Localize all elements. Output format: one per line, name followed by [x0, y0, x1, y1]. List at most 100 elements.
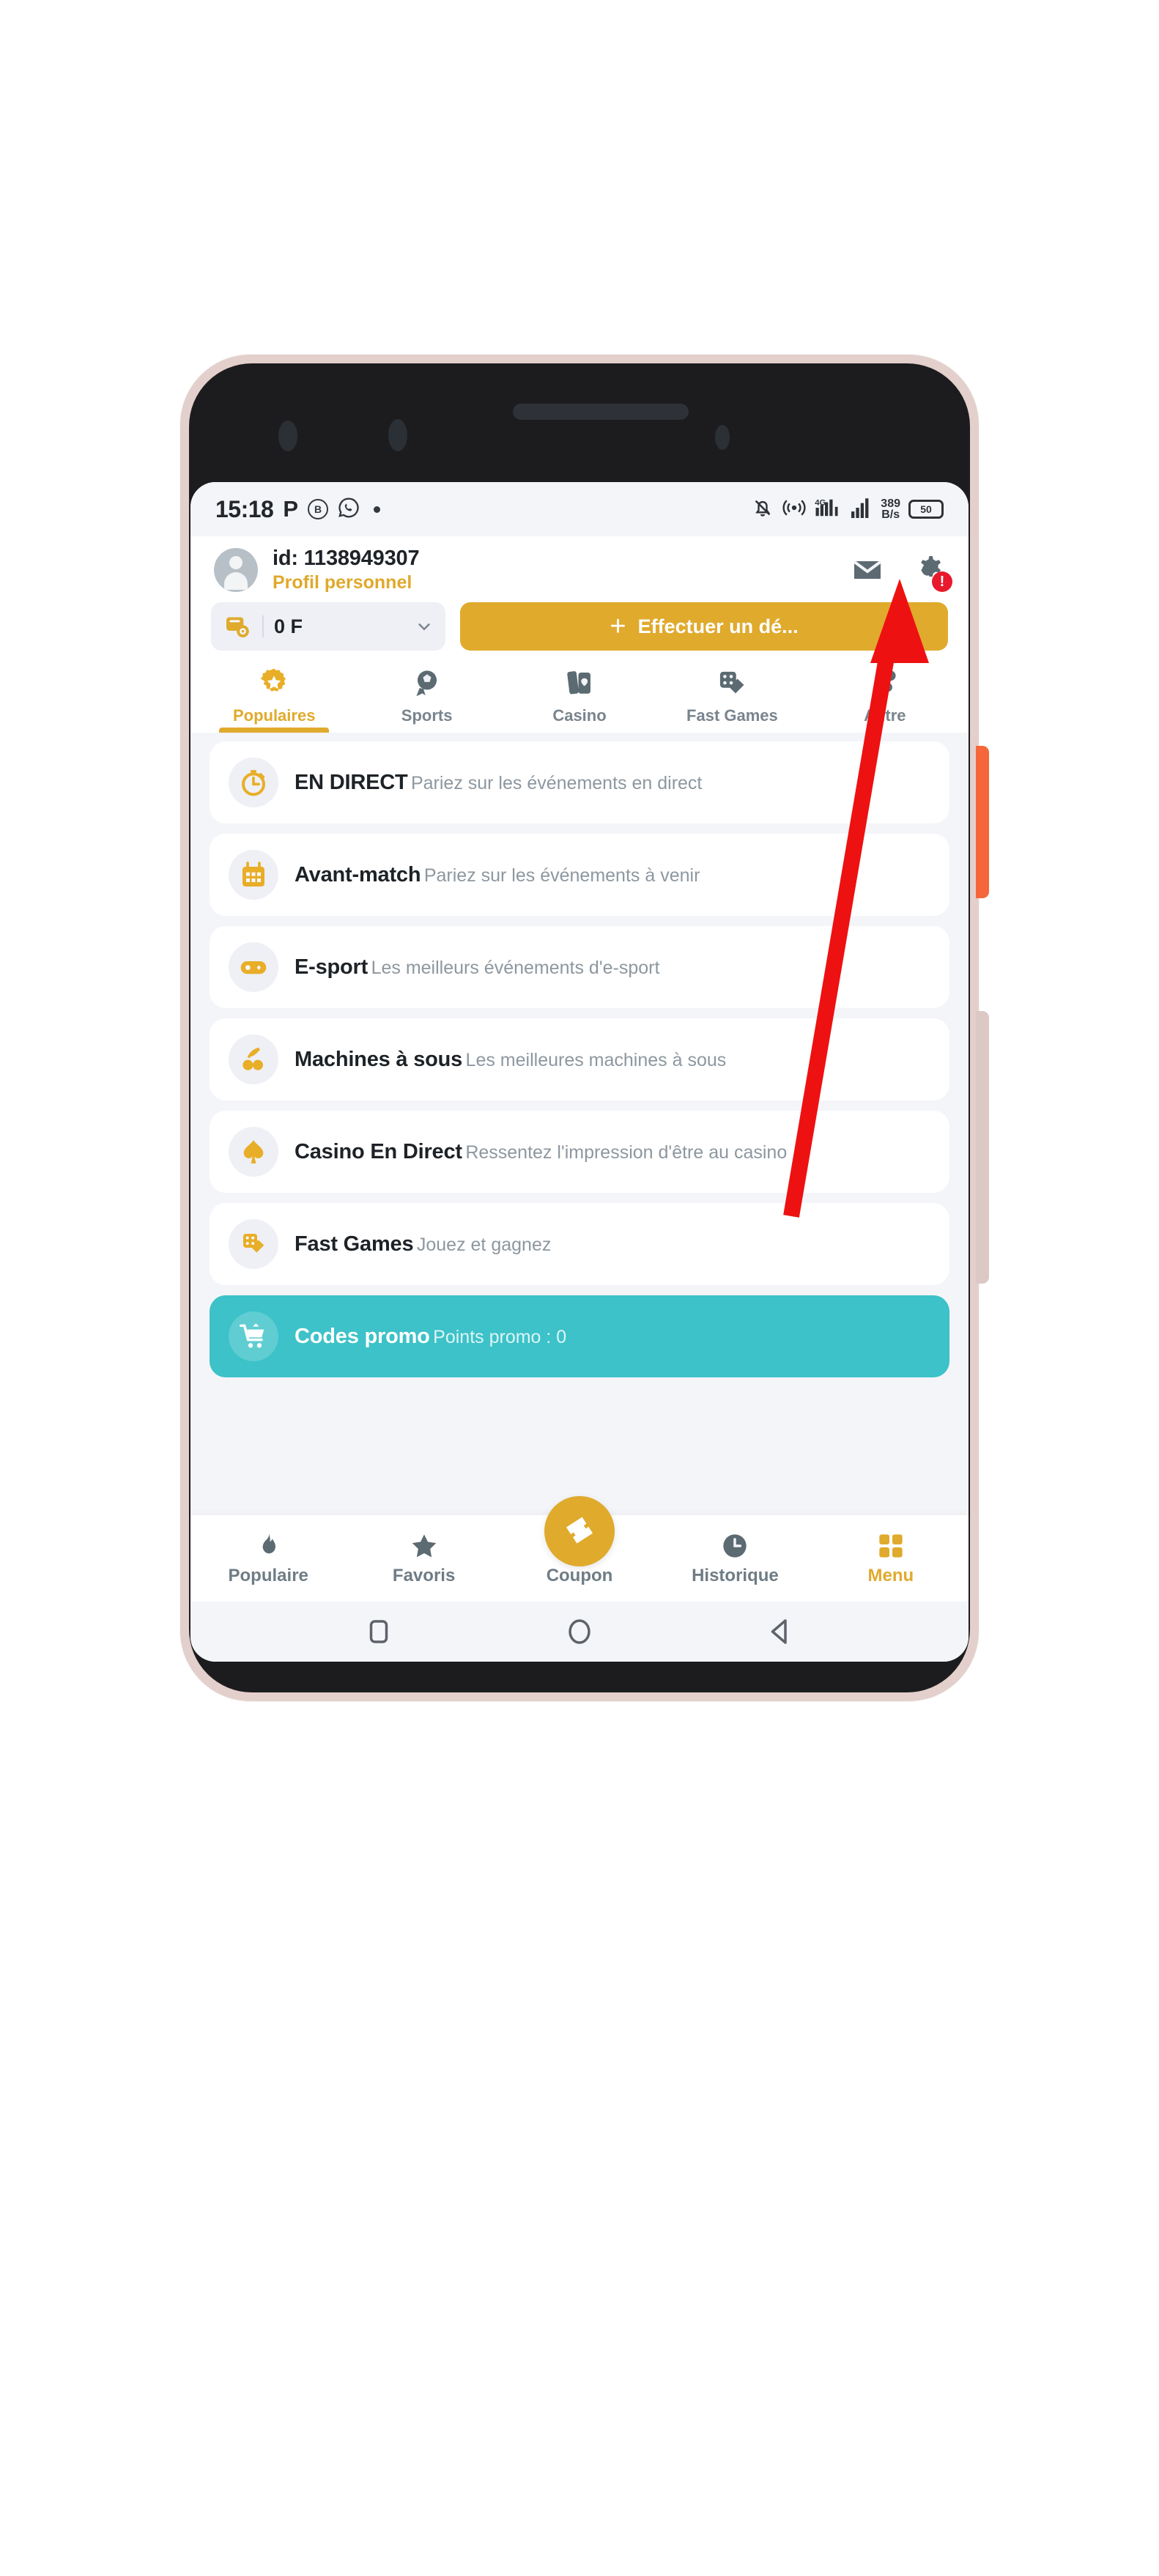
nav-label: Historique — [692, 1565, 779, 1585]
status-bar-right: 4G 389 B/s 50 — [752, 497, 944, 522]
spade-icon — [229, 1127, 278, 1177]
phone-screen: 15:18 P B 4G 389 B/s 50 id: 1138949307 P… — [190, 482, 969, 1662]
network-speed-unit: B/s — [881, 508, 900, 521]
messaging-badge-icon: B — [308, 499, 329, 519]
list-item-e-sport[interactable]: E-sport Les meilleurs événements d'e-spo… — [210, 926, 949, 1008]
gear-icon[interactable]: ! — [910, 552, 952, 592]
profile-link[interactable]: Profil personnel — [273, 572, 835, 593]
tab-label: Sports — [401, 706, 453, 725]
flame-icon — [253, 1531, 283, 1561]
list-item-text: Casino En Direct Ressentez l'impression … — [295, 1140, 787, 1164]
list-item-fast-games[interactable]: Fast Games Jouez et gagnez — [210, 1203, 949, 1285]
plus-icon: + — [610, 611, 626, 642]
balance-selector[interactable]: 0 F — [211, 602, 445, 651]
coupon-fab-button[interactable] — [544, 1495, 615, 1566]
whatsapp-icon — [338, 497, 360, 522]
deposit-button[interactable]: + Effectuer un dé... — [460, 602, 948, 651]
list-item-title: E-sport — [295, 955, 369, 979]
circle-home-icon[interactable] — [564, 1616, 595, 1647]
gamepad-icon — [229, 942, 278, 992]
tab-label: Fast Games — [686, 706, 778, 725]
nav-item-favoris[interactable]: Favoris — [346, 1531, 501, 1586]
calendar-icon — [229, 850, 278, 900]
tab-autre[interactable]: Autre — [809, 667, 961, 733]
list-item-subtitle: Jouez et gagnez — [416, 1234, 552, 1255]
tab-fast-games[interactable]: Fast Games — [656, 667, 808, 733]
list-item-subtitle: Les meilleures machines à sous — [465, 1049, 727, 1070]
tab-label: Casino — [552, 706, 607, 725]
tab-casino[interactable]: Casino — [503, 667, 656, 733]
list-item-title: Machines à sous — [295, 1047, 463, 1071]
list-item-title: Fast Games — [295, 1232, 414, 1256]
nav-item-populaire[interactable]: Populaire — [190, 1531, 346, 1586]
avatar[interactable] — [214, 548, 258, 592]
list-item-text: E-sport Les meilleurs événements d'e-spo… — [295, 955, 659, 980]
front-sensor-right — [715, 425, 730, 450]
user-info: id: 1138949307 Profil personnel — [273, 547, 835, 593]
cart-icon — [229, 1311, 278, 1361]
star-icon — [410, 1531, 439, 1561]
balance-row: 0 F + Effectuer un dé... — [190, 602, 969, 661]
list-item-title: Codes promo — [295, 1324, 430, 1348]
earpiece-speaker — [513, 404, 689, 420]
clock-icon — [720, 1531, 749, 1561]
balance-divider — [262, 615, 264, 637]
list-item-text: EN DIRECT Pariez sur les événements en d… — [295, 771, 702, 795]
list-item-title: Avant-match — [295, 862, 421, 887]
screenshot-canvas: 15:18 P B 4G 389 B/s 50 id: 1138949307 P… — [0, 0, 1159, 2576]
dice-cards-icon — [715, 667, 749, 700]
envelope-icon[interactable] — [850, 552, 885, 588]
stopwatch-icon — [229, 758, 278, 807]
list-item-subtitle: Pariez sur les événements à venir — [423, 865, 700, 886]
volume-rocker[interactable] — [976, 1011, 989, 1284]
settings-alert-badge: ! — [932, 571, 952, 592]
tab-populaires[interactable]: Populaires — [198, 667, 350, 733]
bottom-navigation: Populaire Favoris Coupon Historique Menu — [190, 1495, 969, 1602]
nav-label: Coupon — [546, 1565, 613, 1585]
list-item-subtitle: Les meilleurs événements d'e-sport — [371, 957, 660, 978]
list-item-machines-a-sous[interactable]: Machines à sous Les meilleures machines … — [210, 1018, 949, 1100]
tab-label: Autre — [864, 706, 906, 725]
list-item-text: Codes promo Points promo : 0 — [295, 1325, 566, 1349]
category-tabs: Populaires Sports Casino Fast Games Autr… — [190, 661, 969, 733]
triangle-back-icon[interactable] — [765, 1616, 796, 1647]
list-item-subtitle: Points promo : 0 — [433, 1326, 567, 1347]
nav-item-historique[interactable]: Historique — [657, 1531, 812, 1586]
cards-icon — [563, 667, 596, 700]
active-tab-indicator — [219, 728, 330, 733]
tab-sports[interactable]: Sports — [350, 667, 503, 733]
status-p-indicator: P — [283, 496, 299, 522]
android-navigation-bar — [190, 1602, 969, 1662]
more-dots-icon — [868, 667, 902, 700]
chevron-down-icon[interactable] — [415, 617, 434, 636]
status-bar: 15:18 P B 4G 389 B/s 50 — [190, 482, 969, 536]
front-camera — [388, 419, 407, 451]
square-recents-icon[interactable] — [363, 1616, 394, 1647]
power-button[interactable] — [976, 746, 989, 898]
list-item-en-direct[interactable]: EN DIRECT Pariez sur les événements en d… — [210, 741, 949, 823]
list-item-codes-promo[interactable]: Codes promo Points promo : 0 — [210, 1295, 949, 1377]
bell-muted-icon — [752, 497, 774, 522]
nav-item-menu[interactable]: Menu — [813, 1531, 969, 1586]
wallet-icon — [223, 612, 252, 641]
app-header: id: 1138949307 Profil personnel ! — [190, 536, 969, 602]
football-icon — [410, 667, 444, 700]
dot-indicator — [374, 506, 381, 513]
list-item-avant-match[interactable]: Avant-match Pariez sur les événements à … — [210, 834, 949, 916]
signal-4g-icon: 4G — [815, 497, 843, 522]
ticket-icon — [560, 1511, 599, 1551]
grid-icon — [876, 1531, 906, 1561]
nav-label: Populaire — [228, 1565, 308, 1585]
star-gear-icon — [257, 667, 291, 700]
list-item-text: Machines à sous Les meilleures machines … — [295, 1048, 726, 1072]
header-actions: ! — [850, 552, 952, 592]
list-item-subtitle: Pariez sur les événements en direct — [410, 772, 703, 793]
list-item-text: Fast Games Jouez et gagnez — [295, 1232, 551, 1256]
user-id-label: id: 1138949307 — [273, 547, 420, 570]
list-item-title: EN DIRECT — [295, 770, 408, 794]
hotspot-icon — [782, 497, 807, 522]
list-item-casino-en-direct[interactable]: Casino En Direct Ressentez l'impression … — [210, 1111, 949, 1193]
nav-label: Favoris — [392, 1565, 456, 1585]
nav-item-coupon[interactable]: Coupon — [502, 1495, 657, 1586]
cherries-icon — [229, 1035, 278, 1084]
